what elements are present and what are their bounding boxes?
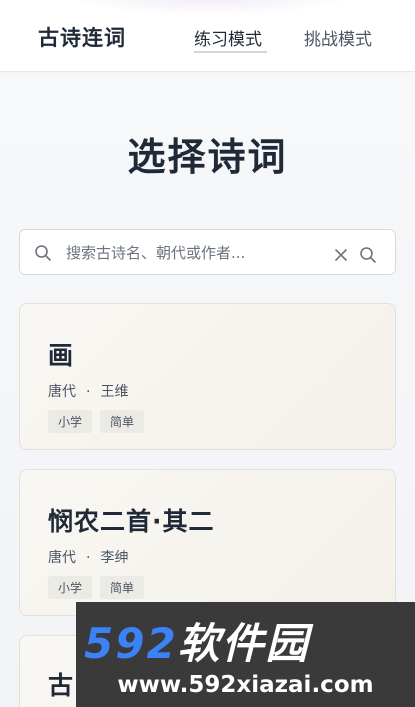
- watermark-brand: 592软件园: [84, 610, 310, 671]
- poem-title: 古: [48, 671, 75, 700]
- search-icon: [34, 244, 52, 262]
- poem-meta: 唐代 · 李绅: [48, 547, 128, 567]
- tag-grade: 小学: [48, 410, 93, 433]
- app-logo[interactable]: 古诗连词: [38, 22, 126, 52]
- poem-dynasty: 唐代: [48, 384, 76, 400]
- meta-separator: ·: [86, 550, 91, 566]
- active-tab-underline: [194, 51, 267, 53]
- poem-tags: 小学 简单: [48, 576, 145, 599]
- tag-difficulty: 简单: [100, 410, 145, 433]
- tag-difficulty: 简单: [100, 576, 145, 599]
- tab-practice-mode[interactable]: 练习模式: [194, 25, 262, 50]
- poem-card[interactable]: 悯农二首·其二 唐代 · 李绅 小学 简单: [19, 469, 396, 616]
- poem-author: 王维: [100, 384, 129, 400]
- poem-dynasty: 唐代: [48, 550, 76, 566]
- poem-tags: 小学 简单: [48, 410, 145, 433]
- poem-title: 画: [48, 341, 75, 370]
- poem-meta: 唐代 · 王维: [48, 381, 128, 401]
- tag-grade: 小学: [48, 576, 93, 599]
- poem-card[interactable]: 画 唐代 · 王维 小学 简单: [19, 303, 396, 450]
- search-bar[interactable]: [19, 229, 396, 275]
- poem-author: 李绅: [100, 550, 129, 566]
- tab-challenge-mode[interactable]: 挑战模式: [304, 25, 372, 50]
- poem-title: 悯农二首·其二: [48, 507, 215, 536]
- search-input[interactable]: [66, 240, 326, 266]
- watermark-overlay: 592软件园 www.592xiazai.com: [76, 602, 415, 707]
- page-title: 选择诗词: [127, 135, 288, 179]
- watermark-url: www.592xiazai.com: [117, 672, 374, 698]
- search-submit-icon[interactable]: [359, 246, 377, 264]
- watermark-number: 592: [84, 619, 178, 668]
- clear-icon[interactable]: [333, 247, 349, 263]
- top-header: 古诗连词 练习模式 挑战模式: [0, 0, 415, 72]
- header-glow: [60, 0, 360, 16]
- meta-separator: ·: [86, 384, 91, 400]
- watermark-brand-text: 软件园: [177, 619, 310, 668]
